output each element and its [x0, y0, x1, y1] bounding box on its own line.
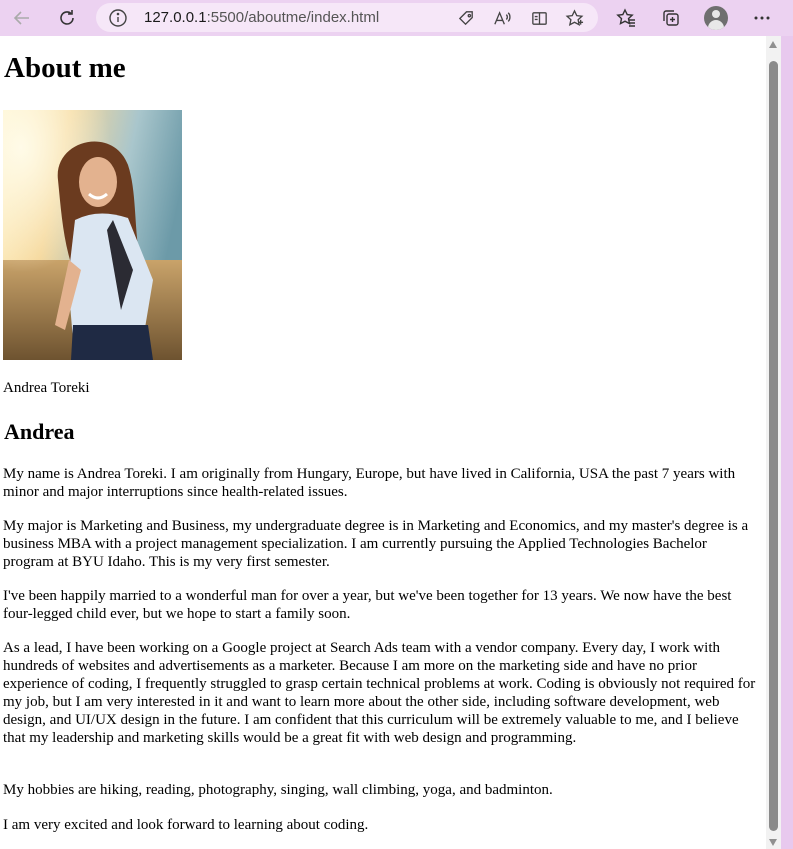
info-icon[interactable] [108, 8, 128, 28]
profile-icon[interactable] [704, 6, 728, 30]
favorites-icon[interactable] [612, 4, 640, 32]
url-text[interactable]: 127.0.0.1:5500/aboutme/index.html [144, 9, 379, 26]
page-title: About me [4, 52, 126, 84]
scroll-up-icon[interactable] [769, 41, 777, 48]
paragraph-intro: My name is Andrea Toreki. I am originall… [3, 466, 736, 500]
tag-icon[interactable] [455, 7, 477, 29]
url-path: :5500/aboutme/index.html [206, 9, 380, 26]
collections-icon[interactable] [657, 4, 685, 32]
paragraph-family: I've been happily married to a wonderful… [3, 588, 732, 622]
paragraph-closing: I am very excited and look forward to le… [3, 817, 369, 833]
page-viewport: About me Andrea Toreki Andrea My name is… [0, 36, 781, 849]
paragraph-work: As a lead, I have been working on a Goog… [3, 640, 756, 746]
profile-photo [3, 110, 182, 360]
window-frame-edge [781, 36, 793, 849]
scrollbar-thumb[interactable] [769, 61, 778, 831]
scroll-down-icon[interactable] [769, 839, 777, 846]
browser-toolbar: 127.0.0.1:5500/aboutme/index.html [0, 0, 793, 36]
more-icon[interactable] [748, 4, 776, 32]
photo-caption: Andrea Toreki [3, 380, 90, 396]
paragraph-hobbies: My hobbies are hiking, reading, photogra… [3, 782, 553, 798]
address-bar[interactable]: 127.0.0.1:5500/aboutme/index.html [96, 3, 598, 32]
section-heading: Andrea [4, 419, 75, 444]
url-host: 127.0.0.1 [144, 9, 207, 26]
reader-view-icon[interactable] [528, 7, 550, 29]
favorite-add-icon[interactable] [563, 7, 585, 29]
refresh-icon[interactable] [53, 4, 81, 32]
read-aloud-icon[interactable] [490, 7, 512, 29]
paragraph-education: My major is Marketing and Business, my u… [3, 518, 749, 570]
back-arrow-icon[interactable] [8, 4, 36, 32]
vertical-scrollbar[interactable] [766, 36, 781, 849]
